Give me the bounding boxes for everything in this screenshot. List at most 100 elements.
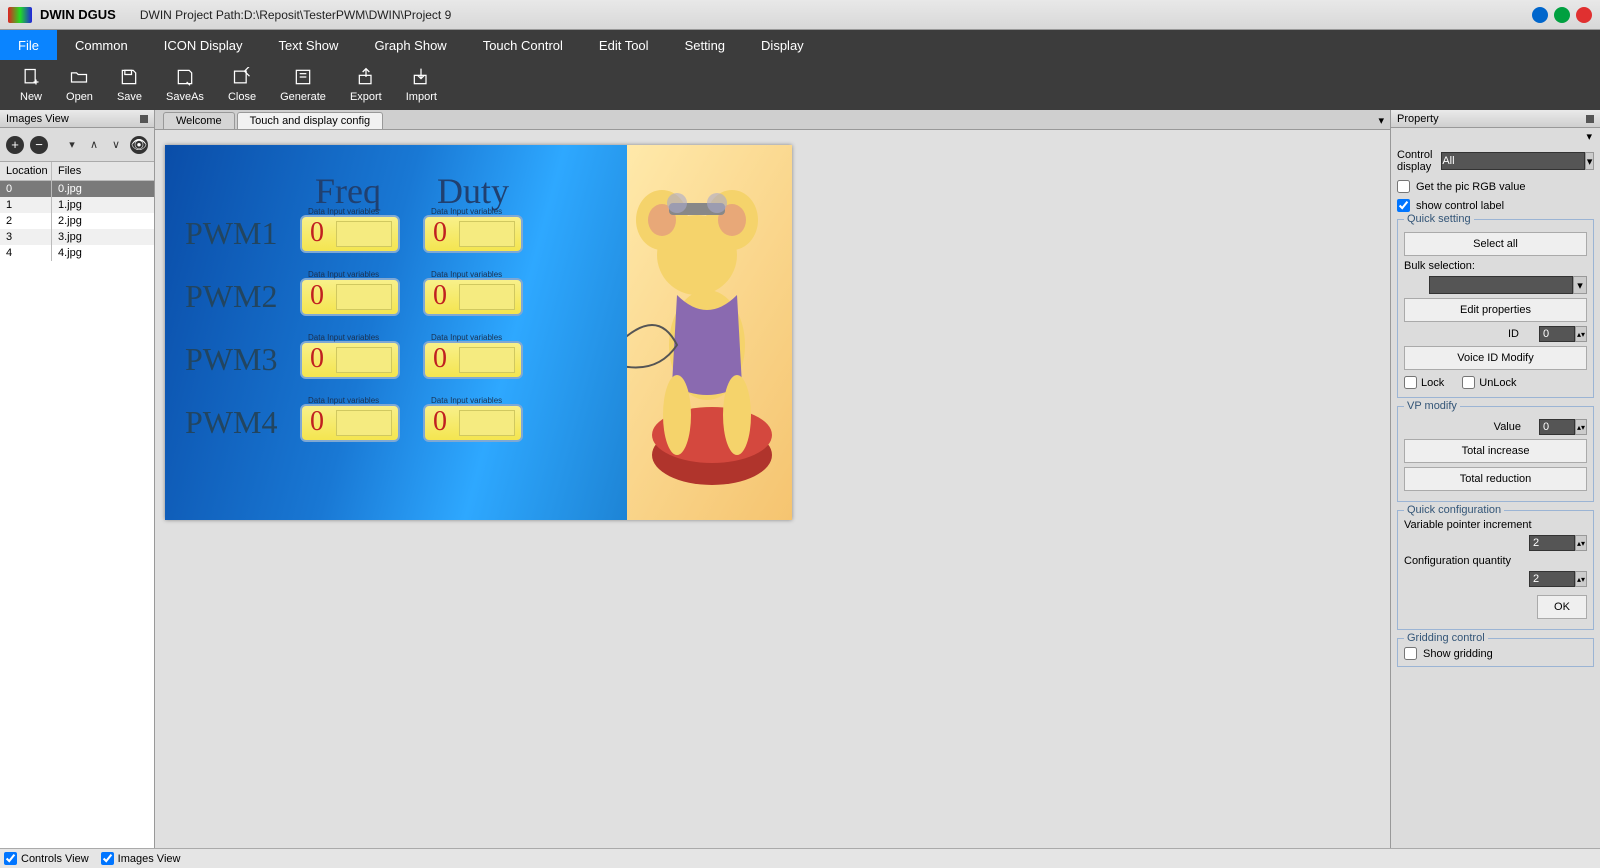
spinner-updown-icon[interactable]: ▴▾ bbox=[1575, 571, 1587, 587]
move-down-button[interactable]: ∨ bbox=[108, 137, 124, 153]
images-table-header: Location Files bbox=[0, 162, 154, 181]
control-pwm3-duty[interactable]: Data Input variables0 bbox=[423, 341, 523, 379]
header-duty: Duty bbox=[437, 170, 509, 212]
vp-modify-legend: VP modify bbox=[1404, 400, 1460, 412]
control-pwm1-freq[interactable]: Data Input variables0 bbox=[300, 215, 400, 253]
add-image-button[interactable]: + bbox=[6, 136, 24, 154]
vpi-input[interactable] bbox=[1529, 535, 1575, 551]
row-label-pwm3: PWM3 bbox=[185, 341, 277, 378]
gridding-legend: Gridding control bbox=[1404, 632, 1488, 644]
vpi-label: Variable pointer increment bbox=[1404, 519, 1587, 531]
control-pwm2-freq[interactable]: Data Input variables0 bbox=[300, 278, 400, 316]
lock-checkbox[interactable] bbox=[1404, 376, 1417, 389]
col-location: Location bbox=[0, 162, 52, 180]
property-title: Property bbox=[1397, 113, 1439, 125]
generate-button[interactable]: Generate bbox=[268, 63, 338, 107]
controls-view-checkbox[interactable] bbox=[4, 852, 17, 865]
tab-dropdown-icon[interactable]: ▾ bbox=[1378, 114, 1384, 127]
row-label-pwm4: PWM4 bbox=[185, 404, 277, 441]
window-close-button[interactable] bbox=[1576, 7, 1592, 23]
export-button[interactable]: Export bbox=[338, 63, 394, 107]
control-pwm4-duty[interactable]: Data Input variables0 bbox=[423, 404, 523, 442]
save-button[interactable]: Save bbox=[105, 63, 154, 107]
unlock-checkbox[interactable] bbox=[1462, 376, 1475, 389]
table-row[interactable]: 33.jpg bbox=[0, 229, 154, 245]
select-all-button[interactable]: Select all bbox=[1404, 232, 1587, 256]
control-pwm1-duty[interactable]: Data Input variables0 bbox=[423, 215, 523, 253]
generate-icon bbox=[293, 67, 313, 87]
menu-setting[interactable]: Setting bbox=[667, 30, 743, 60]
control-pwm4-freq[interactable]: Data Input variables0 bbox=[300, 404, 400, 442]
spinner-updown-icon[interactable]: ▴▾ bbox=[1575, 535, 1587, 551]
dropdown-arrow-icon[interactable]: ▾ bbox=[1573, 276, 1587, 294]
import-button[interactable]: Import bbox=[394, 63, 449, 107]
app-icon bbox=[8, 7, 32, 23]
bulk-selection-select[interactable] bbox=[1429, 276, 1573, 294]
table-row[interactable]: 22.jpg bbox=[0, 213, 154, 229]
spinner-updown-icon[interactable]: ▴▾ bbox=[1575, 326, 1587, 342]
total-reduction-button[interactable]: Total reduction bbox=[1404, 467, 1587, 491]
tab-welcome[interactable]: Welcome bbox=[163, 112, 235, 129]
menu-icon-display[interactable]: ICON Display bbox=[146, 30, 261, 60]
control-pwm3-freq[interactable]: Data Input variables0 bbox=[300, 341, 400, 379]
menu-bar: File Common ICON Display Text Show Graph… bbox=[0, 30, 1600, 60]
generate-label: Generate bbox=[280, 91, 326, 103]
get-pic-rgb-checkbox[interactable] bbox=[1397, 180, 1410, 193]
bulk-selection-label: Bulk selection: bbox=[1404, 260, 1587, 272]
move-up-button[interactable]: ∧ bbox=[86, 137, 102, 153]
status-bar: Controls View Images View bbox=[0, 848, 1600, 868]
cq-input[interactable] bbox=[1529, 571, 1575, 587]
id-input[interactable] bbox=[1539, 326, 1575, 342]
table-row[interactable]: 44.jpg bbox=[0, 245, 154, 261]
images-table-body: 00.jpg 11.jpg 22.jpg 33.jpg 44.jpg bbox=[0, 181, 154, 848]
show-control-label-checkbox[interactable] bbox=[1397, 199, 1410, 212]
total-increase-button[interactable]: Total increase bbox=[1404, 439, 1587, 463]
window-minimize-button[interactable] bbox=[1532, 7, 1548, 23]
new-icon bbox=[21, 67, 41, 87]
open-button[interactable]: Open bbox=[54, 63, 105, 107]
value-input[interactable] bbox=[1539, 419, 1575, 435]
menu-display[interactable]: Display bbox=[743, 30, 822, 60]
pin-icon[interactable] bbox=[1586, 115, 1594, 123]
show-gridding-checkbox[interactable] bbox=[1404, 647, 1417, 660]
controls-view-label: Controls View bbox=[21, 853, 89, 865]
dropdown-caret-icon[interactable]: ▾ bbox=[1391, 128, 1600, 145]
canvas-stage[interactable]: Freq Duty PWM1 PWM2 PWM3 PWM4 Data Input… bbox=[165, 145, 792, 520]
open-icon bbox=[69, 67, 89, 87]
table-row[interactable]: 11.jpg bbox=[0, 197, 154, 213]
close-button[interactable]: Close bbox=[216, 63, 268, 107]
pin-icon[interactable] bbox=[140, 115, 148, 123]
ok-button[interactable]: OK bbox=[1537, 595, 1587, 619]
value-label: Value bbox=[1494, 421, 1521, 433]
save-label: Save bbox=[117, 91, 142, 103]
menu-edit-tool[interactable]: Edit Tool bbox=[581, 30, 667, 60]
preview-button[interactable]: 👁 bbox=[130, 136, 148, 154]
remove-image-button[interactable]: − bbox=[30, 136, 48, 154]
saveas-button[interactable]: SaveAs bbox=[154, 63, 216, 107]
saveas-icon bbox=[175, 67, 195, 87]
window-maximize-button[interactable] bbox=[1554, 7, 1570, 23]
import-icon bbox=[411, 67, 431, 87]
control-pwm2-duty[interactable]: Data Input variables0 bbox=[423, 278, 523, 316]
images-view-label: Images View bbox=[118, 853, 181, 865]
table-row[interactable]: 00.jpg bbox=[0, 181, 154, 197]
menu-file[interactable]: File bbox=[0, 30, 57, 60]
menu-graph-show[interactable]: Graph Show bbox=[356, 30, 464, 60]
edit-properties-button[interactable]: Edit properties bbox=[1404, 298, 1587, 322]
tab-touch-display-config[interactable]: Touch and display config bbox=[237, 112, 383, 129]
menu-touch-control[interactable]: Touch Control bbox=[465, 30, 581, 60]
quick-configuration-group: Quick configuration Variable pointer inc… bbox=[1397, 510, 1594, 630]
cq-label: Configuration quantity bbox=[1404, 555, 1587, 567]
menu-text-show[interactable]: Text Show bbox=[260, 30, 356, 60]
spinner-updown-icon[interactable]: ▴▾ bbox=[1575, 419, 1587, 435]
canvas-area[interactable]: Freq Duty PWM1 PWM2 PWM3 PWM4 Data Input… bbox=[155, 130, 1390, 848]
down-triangle-icon[interactable]: ▾ bbox=[64, 137, 80, 153]
dropdown-arrow-icon[interactable]: ▾ bbox=[1585, 152, 1594, 170]
control-display-select[interactable] bbox=[1441, 152, 1585, 170]
voice-id-modify-button[interactable]: Voice ID Modify bbox=[1404, 346, 1587, 370]
show-control-label-label: show control label bbox=[1416, 200, 1504, 212]
menu-common[interactable]: Common bbox=[57, 30, 146, 60]
tab-strip: Welcome Touch and display config ▾ bbox=[155, 110, 1390, 130]
images-view-checkbox[interactable] bbox=[101, 852, 114, 865]
new-button[interactable]: New bbox=[8, 63, 54, 107]
